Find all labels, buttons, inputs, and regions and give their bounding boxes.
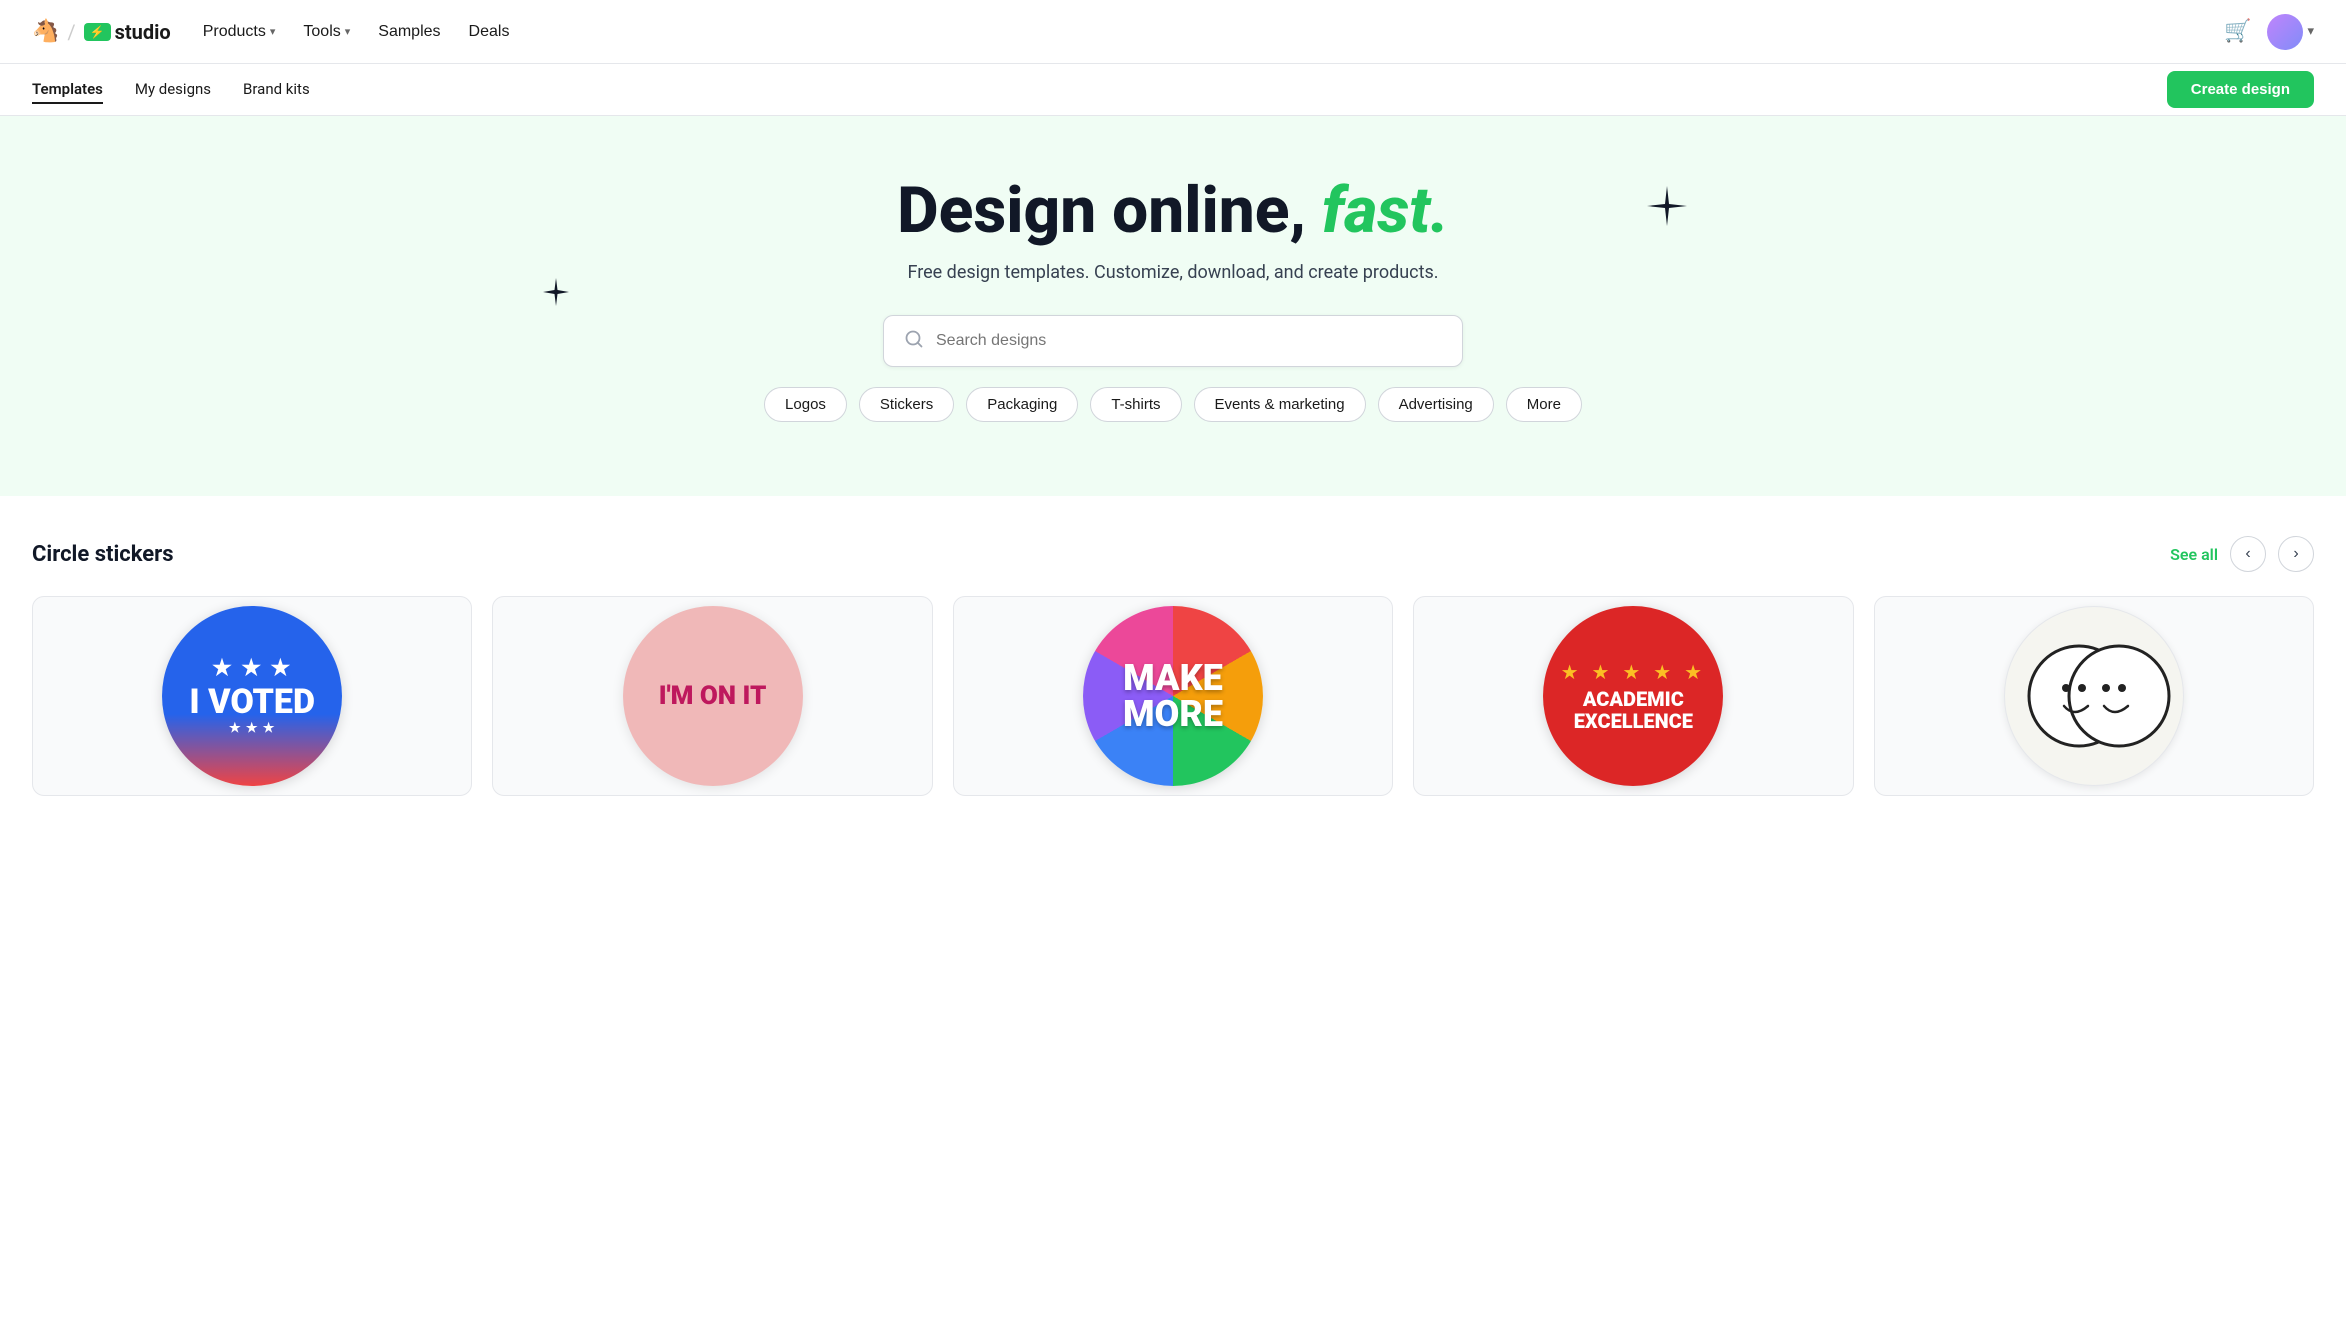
nav-deals[interactable]: Deals bbox=[469, 19, 510, 45]
nav-tools-label: Tools bbox=[303, 23, 340, 41]
nav-samples[interactable]: Samples bbox=[378, 19, 440, 45]
sticker-imonit-text: I'M ON IT bbox=[659, 682, 767, 711]
search-icon bbox=[904, 329, 924, 354]
sticker-voted-text: I VOTED bbox=[189, 685, 315, 719]
section-header: Circle stickers See all ‹ › bbox=[32, 536, 2314, 572]
hero-title-text: Design online, bbox=[897, 173, 1322, 248]
pill-events[interactable]: Events & marketing bbox=[1194, 387, 1366, 422]
logo-horse-icon: 🐴 bbox=[32, 19, 59, 44]
next-button[interactable]: › bbox=[2278, 536, 2314, 572]
tools-chevron-icon: ▾ bbox=[345, 25, 351, 38]
prev-button[interactable]: ‹ bbox=[2230, 536, 2266, 572]
studio-icon: ⚡ bbox=[84, 23, 111, 41]
sticker-card-faces[interactable] bbox=[1874, 596, 2314, 796]
pill-advertising[interactable]: Advertising bbox=[1378, 387, 1494, 422]
avatar-dropdown[interactable]: ▾ bbox=[2267, 14, 2314, 50]
sticker-academic-text: ACADEMICEXCELLENCE bbox=[1574, 688, 1693, 732]
category-pills: Logos Stickers Packaging T-shirts Events… bbox=[764, 387, 1582, 422]
sparkle-right-icon bbox=[1645, 184, 1689, 237]
sticker-faces-svg bbox=[2014, 616, 2174, 776]
nav-my-designs[interactable]: My designs bbox=[135, 76, 211, 104]
create-design-button[interactable]: Create design bbox=[2167, 71, 2314, 108]
search-bar bbox=[883, 315, 1463, 367]
pill-logos[interactable]: Logos bbox=[764, 387, 847, 422]
sticker-card-voted[interactable]: ★ ★ ★ I VOTED ★ ★ ★ bbox=[32, 596, 472, 796]
pill-more[interactable]: More bbox=[1506, 387, 1582, 422]
hero-section: Design online, fast. Free design templat… bbox=[0, 116, 2346, 496]
nav-samples-label: Samples bbox=[378, 23, 440, 41]
nav-tools[interactable]: Tools ▾ bbox=[303, 19, 350, 45]
sparkle-left-icon bbox=[540, 276, 572, 315]
sticker-voted: ★ ★ ★ I VOTED ★ ★ ★ bbox=[162, 606, 342, 786]
sticker-makemore: MAKEMORE bbox=[1083, 606, 1263, 786]
nav-deals-label: Deals bbox=[469, 23, 510, 41]
cart-icon[interactable]: 🛒 bbox=[2224, 19, 2251, 44]
top-nav: 🐴 / ⚡ studio Products ▾ Tools ▾ Samples bbox=[0, 0, 2346, 64]
nav-templates[interactable]: Templates bbox=[32, 76, 103, 104]
nav-menu: Products ▾ Tools ▾ Samples Deals bbox=[203, 19, 510, 45]
sticker-card-imonit[interactable]: I'M ON IT bbox=[492, 596, 932, 796]
logo[interactable]: 🐴 / ⚡ studio bbox=[32, 19, 171, 44]
pill-tshirts[interactable]: T-shirts bbox=[1090, 387, 1181, 422]
avatar[interactable] bbox=[2267, 14, 2303, 50]
sticker-imonit: I'M ON IT bbox=[623, 606, 803, 786]
pill-packaging[interactable]: Packaging bbox=[966, 387, 1078, 422]
products-chevron-icon: ▾ bbox=[270, 25, 276, 38]
nav-right: 🛒 ▾ bbox=[2224, 14, 2314, 50]
nav-products-label: Products bbox=[203, 23, 266, 41]
secondary-nav: Templates My designs Brand kits Create d… bbox=[0, 64, 2346, 116]
section-nav: See all ‹ › bbox=[2170, 536, 2314, 572]
hero-title-fast: fast. bbox=[1322, 173, 1449, 248]
hero-subtitle: Free design templates. Customize, downlo… bbox=[907, 262, 1438, 283]
search-input[interactable] bbox=[936, 332, 1442, 350]
avatar-chevron-icon: ▾ bbox=[2307, 24, 2314, 39]
section-title: Circle stickers bbox=[32, 542, 174, 567]
nav-brand-kits[interactable]: Brand kits bbox=[243, 76, 310, 104]
logo-divider: / bbox=[67, 20, 75, 44]
sticker-grid: ★ ★ ★ I VOTED ★ ★ ★ I'M ON IT MAKEMORE ★… bbox=[32, 596, 2314, 796]
sticker-voted-stars: ★ ★ ★ bbox=[212, 656, 292, 681]
sticker-card-academic[interactable]: ★ ★ ★ ★ ★ ACADEMICEXCELLENCE bbox=[1413, 596, 1853, 796]
studio-text: studio bbox=[115, 20, 171, 44]
nav-products[interactable]: Products ▾ bbox=[203, 19, 276, 45]
secondary-nav-left: Templates My designs Brand kits bbox=[32, 76, 310, 104]
sticker-academic-stars: ★ ★ ★ ★ ★ bbox=[1561, 660, 1707, 684]
studio-lightning: ⚡ bbox=[90, 25, 105, 39]
sticker-faces bbox=[2004, 606, 2184, 786]
circle-stickers-section: Circle stickers See all ‹ › ★ ★ ★ I VOTE… bbox=[0, 496, 2346, 816]
hero-title: Design online, fast. bbox=[897, 176, 1449, 246]
sticker-card-makemore[interactable]: MAKEMORE bbox=[953, 596, 1393, 796]
sticker-makemore-text: MAKEMORE bbox=[1123, 660, 1223, 732]
sticker-voted-sub: ★ ★ ★ bbox=[229, 721, 275, 736]
pill-stickers[interactable]: Stickers bbox=[859, 387, 954, 422]
sticker-academic: ★ ★ ★ ★ ★ ACADEMICEXCELLENCE bbox=[1543, 606, 1723, 786]
see-all-link[interactable]: See all bbox=[2170, 545, 2218, 564]
